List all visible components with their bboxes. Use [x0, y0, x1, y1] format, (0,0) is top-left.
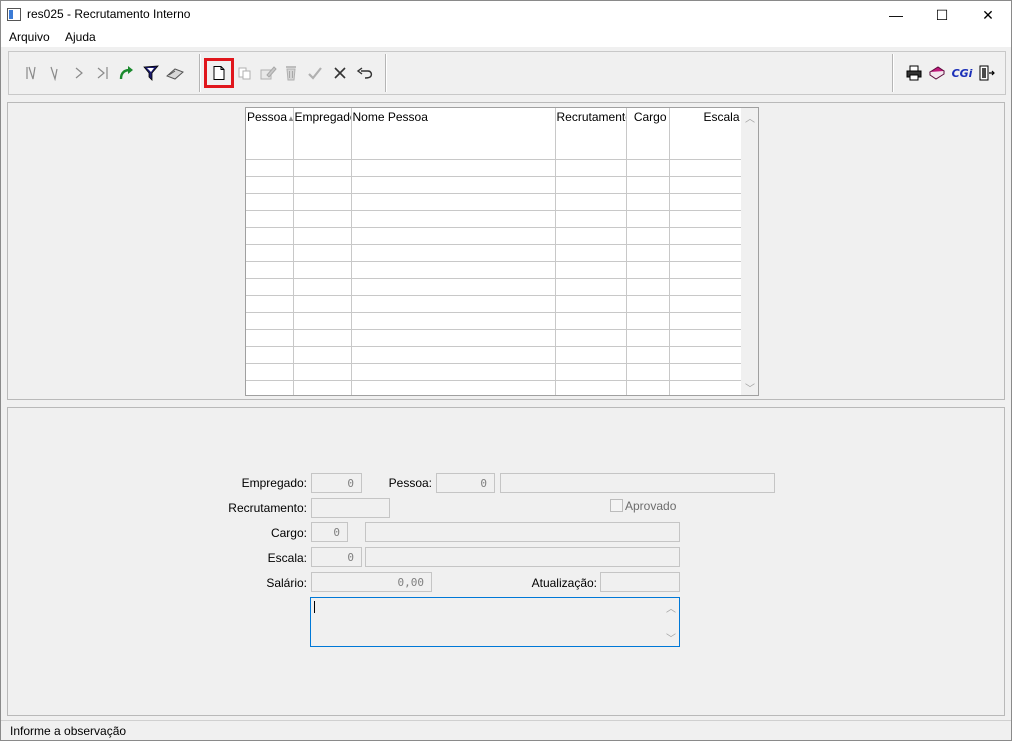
table-row[interactable] — [246, 227, 743, 245]
escala-label: Escala: — [267, 551, 307, 565]
clear-filter-icon[interactable] — [164, 62, 186, 84]
empregado-field[interactable]: 0 — [311, 473, 362, 493]
grid-table: Pessoa▲ Empregado Nome Pessoa Recrutamen… — [246, 108, 743, 395]
cargo-description-field[interactable] — [365, 522, 680, 542]
toolbar-separator — [199, 54, 201, 92]
scroll-down-icon[interactable]: ﹀ — [745, 380, 755, 395]
sort-ascending-icon: ▲ — [287, 114, 292, 123]
maximize-button[interactable]: ☐ — [919, 1, 965, 29]
memo-scrollbar[interactable]: ︿ ﹀ — [662, 598, 679, 646]
atualizacao-label: Atualização: — [531, 576, 597, 590]
recruitment-grid[interactable]: Pessoa▲ Empregado Nome Pessoa Recrutamen… — [245, 107, 759, 396]
table-row[interactable] — [246, 193, 743, 211]
table-row[interactable] — [246, 346, 743, 364]
table-row[interactable] — [246, 380, 743, 395]
table-row[interactable] — [246, 278, 743, 296]
toolbar: CGi — [8, 51, 1006, 95]
cargo-label: Cargo: — [270, 526, 307, 540]
column-header-empregado[interactable]: Empregado — [293, 108, 352, 142]
cgi-icon[interactable]: CGi — [950, 62, 974, 84]
application-window: res025 - Recrutamento Interno — ☐ ✕ Arqu… — [0, 0, 1012, 741]
column-header-nome-pessoa[interactable]: Nome Pessoa — [351, 108, 556, 142]
cancel-icon[interactable] — [329, 62, 351, 84]
recrutamento-label: Recrutamento: — [228, 501, 307, 515]
minimize-button[interactable]: — — [873, 1, 919, 29]
toolbar-separator — [892, 54, 894, 92]
help-book-icon[interactable] — [926, 62, 948, 84]
status-bar: Informe a observação — [1, 720, 1011, 740]
pessoa-field[interactable]: 0 — [436, 473, 495, 493]
cargo-field[interactable]: 0 — [311, 522, 348, 542]
table-row[interactable] — [246, 244, 743, 262]
exit-icon[interactable] — [976, 62, 998, 84]
menu-arquivo[interactable]: Arquivo — [9, 30, 50, 44]
aprovado-label: Aprovado — [625, 499, 677, 513]
status-text: Informe a observação — [10, 724, 127, 738]
title-bar: res025 - Recrutamento Interno — ☐ ✕ — [1, 1, 1011, 29]
print-icon[interactable] — [903, 62, 925, 84]
atualizacao-field[interactable] — [600, 572, 680, 592]
scroll-up-icon[interactable]: ︿ — [745, 110, 755, 125]
table-row[interactable] — [246, 176, 743, 194]
column-header-cargo[interactable]: Cargo — [626, 108, 670, 142]
table-row[interactable] — [246, 363, 743, 381]
grid-vertical-scrollbar[interactable]: ︿ ﹀ — [741, 108, 758, 395]
table-row[interactable] — [246, 142, 743, 160]
previous-record-icon[interactable] — [43, 62, 65, 84]
table-row[interactable] — [246, 312, 743, 330]
cgi-label: CGi — [951, 66, 973, 80]
next-record-icon[interactable] — [68, 62, 90, 84]
last-record-icon[interactable] — [92, 62, 114, 84]
memo-scroll-up-icon[interactable]: ︿ — [666, 600, 676, 615]
menu-bar: Arquivo Ajuda — [1, 29, 1011, 47]
column-header-pessoa[interactable]: Pessoa▲ — [246, 108, 294, 142]
confirm-icon[interactable] — [304, 62, 326, 84]
menu-ajuda[interactable]: Ajuda — [65, 30, 96, 44]
column-header-recrutamento[interactable]: Recrutamento — [555, 108, 627, 142]
table-row[interactable] — [246, 295, 743, 313]
salario-field[interactable]: 0,00 — [311, 572, 432, 592]
text-caret — [314, 601, 315, 613]
aprovado-checkbox[interactable] — [610, 499, 623, 512]
filter-icon[interactable] — [140, 62, 162, 84]
memo-scroll-down-icon[interactable]: ﹀ — [666, 630, 676, 645]
pessoa-label: Pessoa: — [388, 476, 432, 490]
refresh-icon[interactable] — [115, 62, 137, 84]
table-row[interactable] — [246, 261, 743, 279]
new-record-icon[interactable] — [204, 58, 234, 88]
toolbar-separator — [385, 54, 387, 92]
salario-label: Salário: — [266, 576, 307, 590]
delete-record-icon[interactable] — [280, 62, 302, 84]
observacao-textarea[interactable]: ︿ ﹀ — [310, 597, 680, 647]
undo-icon[interactable] — [354, 62, 376, 84]
escala-description-field[interactable] — [365, 547, 680, 567]
table-row[interactable] — [246, 210, 743, 228]
window-title: res025 - Recrutamento Interno — [27, 7, 191, 21]
column-header-escala[interactable]: Escala — [669, 108, 743, 142]
table-row[interactable] — [246, 159, 743, 177]
empregado-label: Empregado: — [241, 476, 307, 490]
edit-record-icon[interactable] — [257, 62, 279, 84]
escala-field[interactable]: 0 — [311, 547, 362, 567]
first-record-icon[interactable] — [20, 62, 42, 84]
table-row[interactable] — [246, 329, 743, 347]
recrutamento-field[interactable] — [311, 498, 390, 518]
close-button[interactable]: ✕ — [965, 1, 1011, 29]
grid-header-row: Pessoa▲ Empregado Nome Pessoa Recrutamen… — [246, 108, 743, 142]
pessoa-name-field[interactable] — [500, 473, 775, 493]
app-icon — [7, 8, 21, 21]
copy-record-icon[interactable] — [234, 62, 256, 84]
